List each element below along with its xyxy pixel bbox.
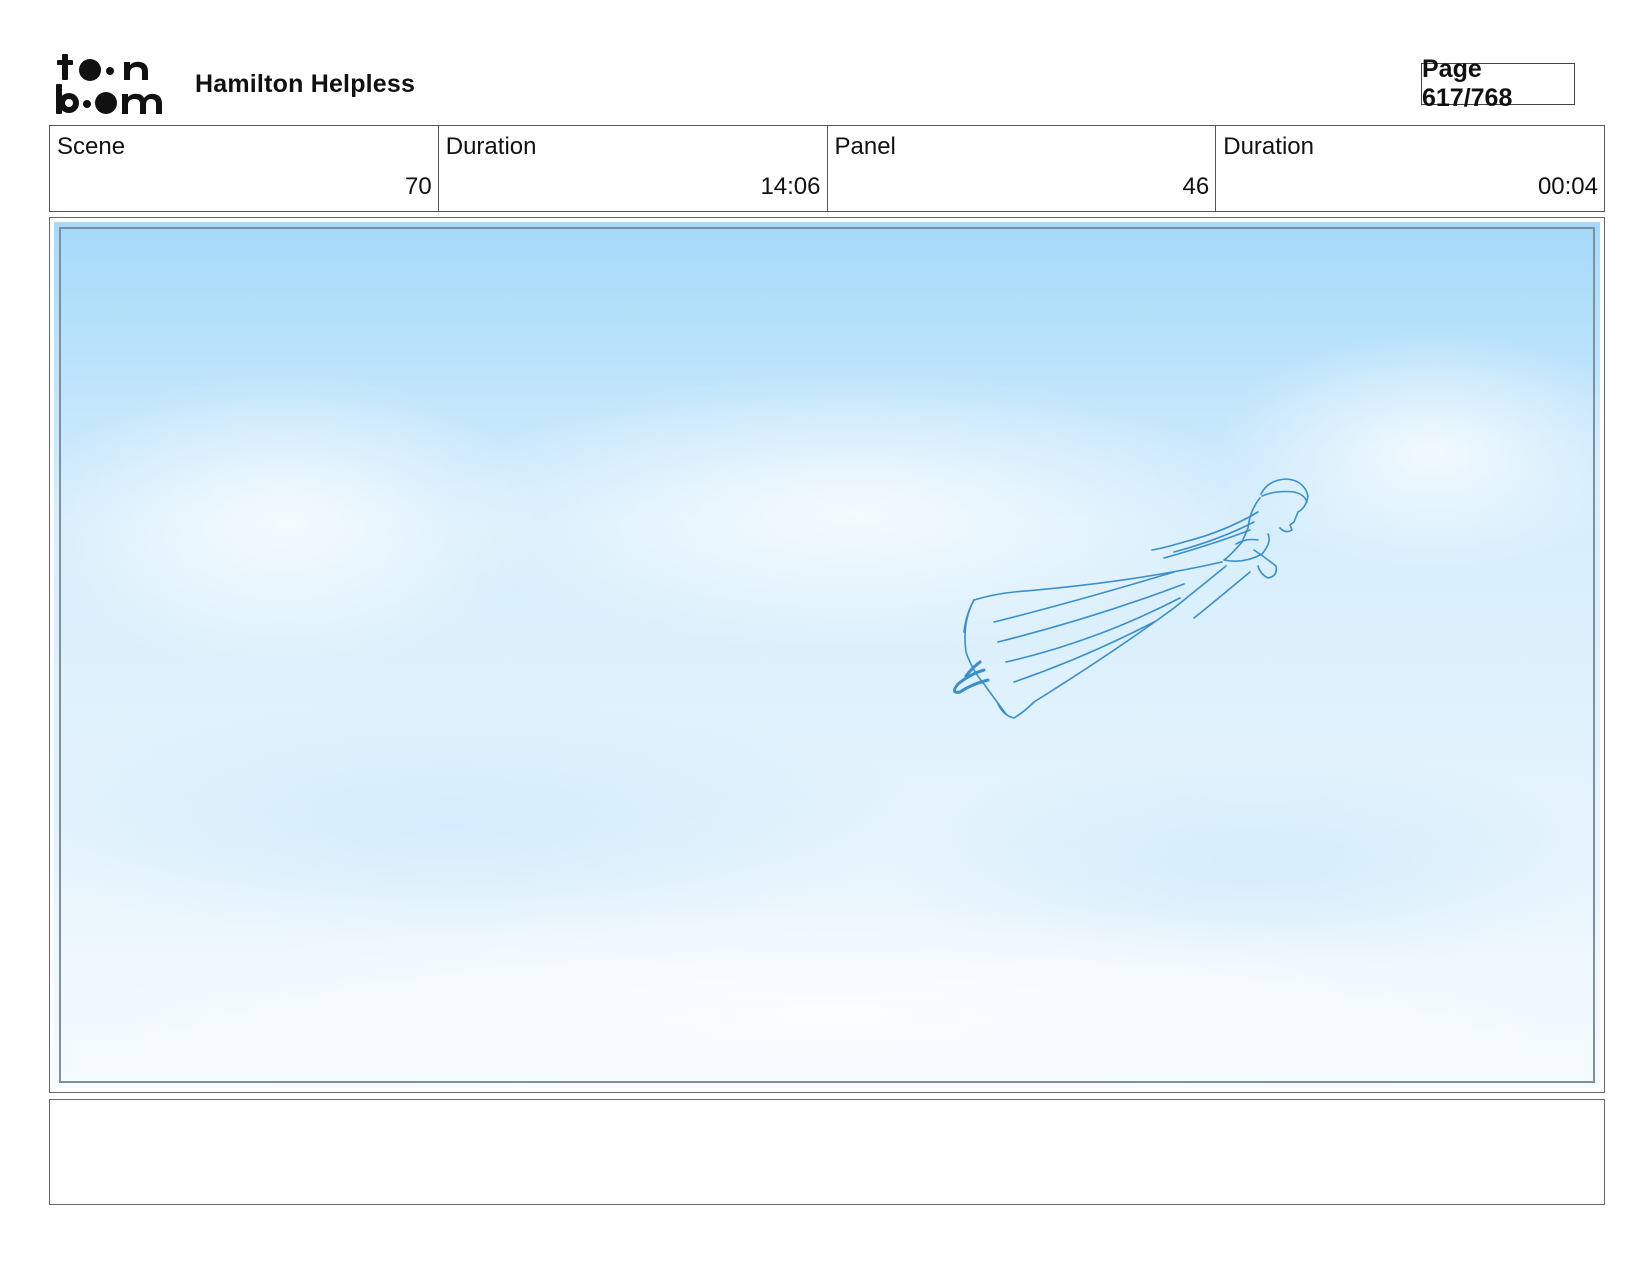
cloud-center	[434, 372, 1274, 652]
scene-duration-value: 14:06	[760, 173, 821, 200]
scene-label: Scene	[57, 133, 126, 160]
panel-info-row: Scene 70 Duration 14:06 Panel 46 Duratio…	[49, 125, 1605, 212]
toon-boom-logo	[54, 52, 172, 116]
panel-duration-cell: Duration 00:04	[1216, 126, 1604, 211]
scene-duration-cell: Duration 14:06	[439, 126, 828, 211]
panel-value: 46	[1182, 173, 1210, 200]
panel-label: Panel	[834, 133, 896, 160]
sky-sketch-illustration	[54, 222, 1600, 1088]
scene-cell: Scene 70	[50, 126, 439, 211]
scene-value: 70	[405, 173, 432, 200]
page-indicator: Page 617/768	[1421, 55, 1575, 112]
panel-duration-label: Duration	[1223, 133, 1314, 160]
storyboard-panel	[49, 217, 1605, 1093]
panel-artwork	[54, 222, 1600, 1088]
panel-duration-value: 00:04	[1537, 173, 1598, 200]
page-indicator-label: Page 617/768	[1422, 55, 1513, 112]
toon-boom-logo-mark	[56, 54, 162, 114]
panel-cell: Panel 46	[828, 126, 1217, 211]
project-title: Hamilton Helpless	[195, 70, 416, 98]
scene-duration-label: Duration	[445, 133, 537, 160]
panel-notes-area	[49, 1099, 1605, 1205]
